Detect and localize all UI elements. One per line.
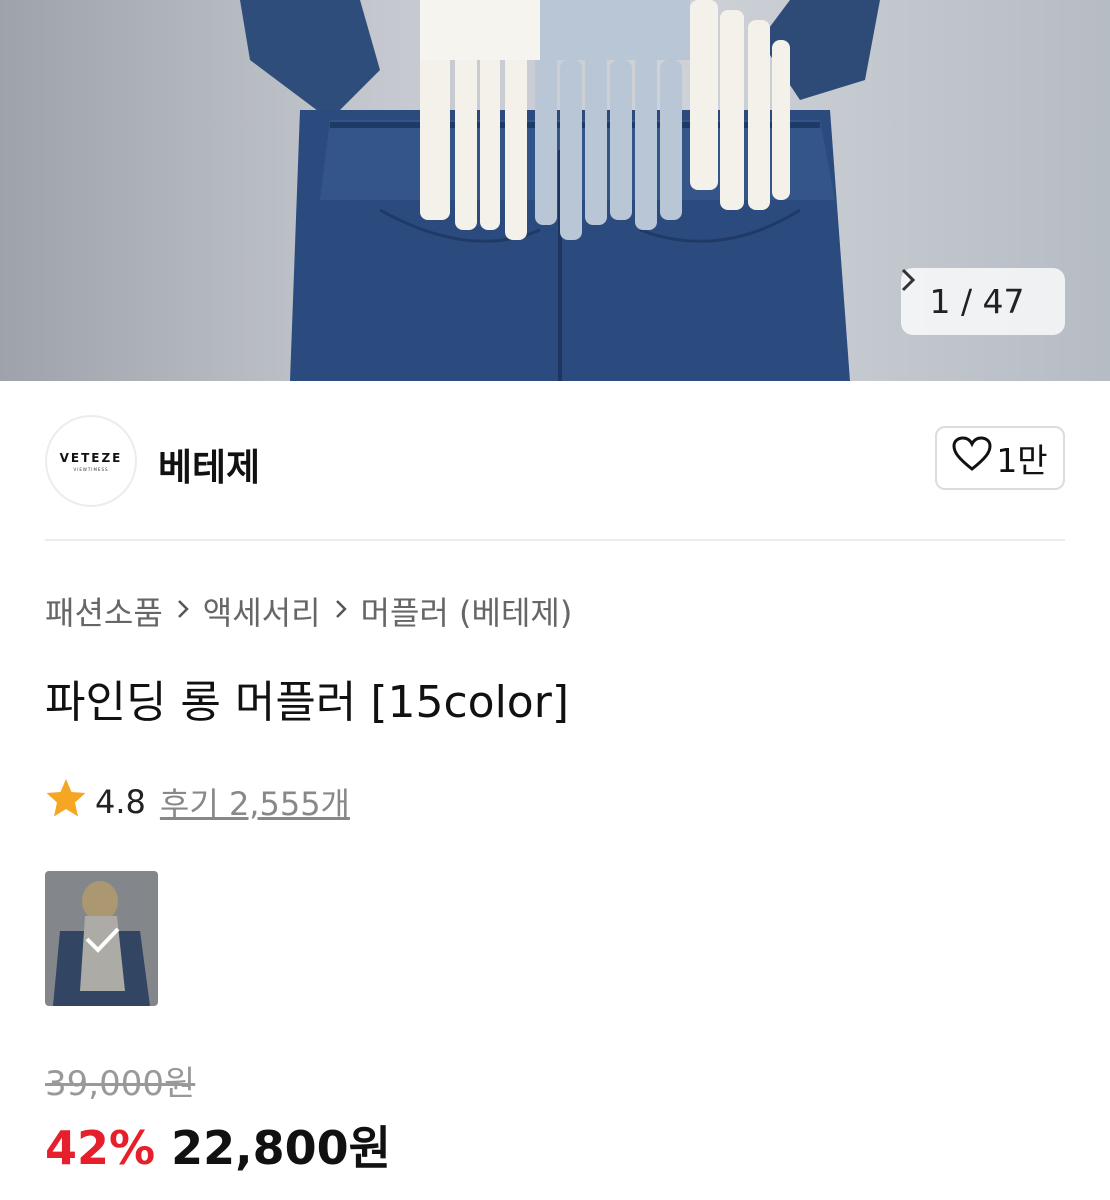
color-option-swatch[interactable] — [45, 871, 158, 1006]
rating-row: 4.8 후기 2,555개 — [45, 778, 350, 826]
breadcrumb-item-brand-category[interactable]: 머플러 (베테제) — [361, 588, 573, 634]
seller-logo[interactable]: VETEZE VIEWTIMESS — [45, 415, 137, 507]
chevron-right-icon — [177, 596, 189, 626]
rating-score: 4.8 — [95, 783, 146, 821]
price-row: 42% 22,800원 — [45, 1112, 391, 1178]
star-icon — [45, 778, 87, 826]
product-image-carousel[interactable]: 1 / 47 — [0, 0, 1110, 381]
reviews-link[interactable]: 후기 2,555개 — [160, 779, 350, 825]
image-counter-button[interactable]: 1 / 47 — [901, 268, 1065, 335]
like-button[interactable]: 1만 — [935, 426, 1065, 490]
sale-price: 22,800원 — [171, 1121, 391, 1175]
seller-name[interactable]: 베테제 — [158, 437, 260, 491]
seller-logo-subtext: VIEWTIMESS — [73, 466, 109, 472]
original-price: 39,000원 — [45, 1064, 196, 1104]
breadcrumb-item-subcategory[interactable]: 액세서리 — [203, 588, 321, 634]
seller-logo-text: VETEZE — [59, 450, 123, 465]
heart-outline-icon — [952, 436, 992, 480]
breadcrumb: 패션소품 액세서리 머플러 (베테제) — [45, 588, 572, 634]
divider — [45, 539, 1065, 541]
chevron-right-icon — [335, 596, 347, 626]
seller-row: VETEZE VIEWTIMESS 베테제 1만 — [45, 415, 1065, 507]
swatch-thumbnail — [45, 871, 158, 1006]
product-title: 파인딩 롱 머플러 [15color] — [45, 677, 569, 728]
image-counter-text: 1 / 47 — [929, 282, 1025, 321]
breadcrumb-item-category[interactable]: 패션소품 — [45, 588, 163, 634]
discount-rate: 42% — [45, 1121, 156, 1175]
like-count: 1만 — [996, 441, 1048, 480]
